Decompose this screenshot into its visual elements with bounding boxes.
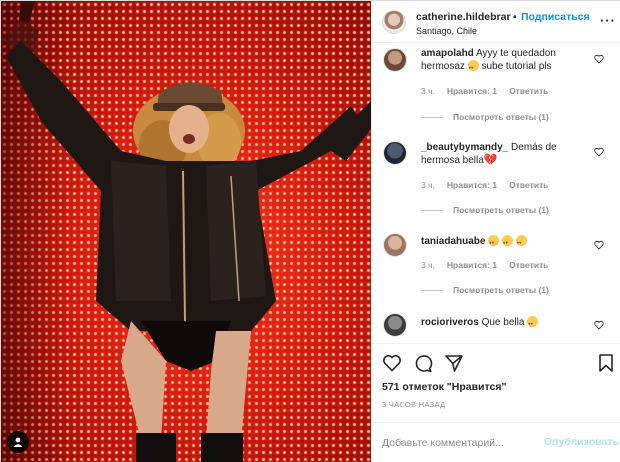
- commenter-avatar[interactable]: [383, 313, 407, 337]
- user-icon: [13, 437, 23, 447]
- likes-count[interactable]: 571 отметок "Нравится": [382, 381, 506, 393]
- author-username[interactable]: catherine.hildebrar: [416, 11, 511, 23]
- comments-list: amapolahd Ayyy te quedadon hermosaz sube…: [372, 43, 620, 343]
- reply-button[interactable]: Ответить: [509, 86, 548, 96]
- heart-eyes-emoji-icon: [527, 316, 539, 330]
- comment-meta: 3 ч. Нравится: 1 Ответить: [421, 260, 560, 270]
- comment-time: 3 ч.: [421, 180, 435, 190]
- post-time: 3 ЧАСОВ НАЗАД: [382, 400, 446, 409]
- comment-body: rocioriveros Que bella: [421, 316, 596, 330]
- commenter-username[interactable]: amapolahd: [421, 48, 474, 59]
- commenter-username[interactable]: _beautybymandy_: [421, 142, 508, 153]
- heart-eyes-emoji-icon: [488, 235, 500, 249]
- comment-body: taniadahuabe: [421, 235, 596, 249]
- view-replies-button[interactable]: Посмотреть ответы (1): [421, 285, 549, 295]
- comment-time: 3 ч.: [421, 86, 435, 96]
- post-header: catherine.hildebrar • Подписаться Santia…: [372, 1, 620, 43]
- comment-likes[interactable]: Нравится: 1: [447, 86, 497, 96]
- comment-time: 3 ч.: [421, 260, 435, 270]
- comment-bubble-icon[interactable]: [413, 353, 433, 373]
- commenter-username[interactable]: taniadahuabe: [421, 236, 485, 247]
- commenter-avatar[interactable]: [383, 48, 407, 72]
- share-paper-plane-icon[interactable]: [444, 353, 464, 373]
- like-comment-heart-icon[interactable]: [594, 320, 604, 330]
- like-heart-icon[interactable]: [382, 353, 402, 373]
- comment-likes[interactable]: Нравится: 1: [447, 180, 497, 190]
- more-options-icon[interactable]: ···: [600, 13, 616, 28]
- commenter-avatar[interactable]: [383, 141, 407, 165]
- comment-meta: 3 ч. Нравится: 1 Ответить: [421, 180, 560, 190]
- follow-button[interactable]: Подписаться: [521, 11, 590, 23]
- comment-meta: 3 ч. Нравится: 1 Ответить: [421, 86, 560, 96]
- tagged-users-button[interactable]: [7, 431, 29, 453]
- comment-body: amapolahd Ayyy te quedadon hermosaz sube…: [421, 47, 596, 74]
- comment-composer: Опубликовать: [372, 422, 620, 462]
- post-location[interactable]: Santiago, Chile: [416, 26, 477, 36]
- reply-button[interactable]: Ответить: [509, 260, 548, 270]
- heart-eyes-emoji-icon: [502, 235, 514, 249]
- performer-figure: [1, 1, 371, 462]
- heart-eyes-emoji-icon: [515, 235, 527, 249]
- publish-button[interactable]: Опубликовать: [544, 436, 619, 448]
- author-avatar[interactable]: [382, 10, 406, 34]
- view-replies-button[interactable]: Посмотреть ответы (1): [421, 205, 549, 215]
- like-comment-heart-icon[interactable]: [594, 54, 604, 64]
- like-comment-heart-icon[interactable]: [594, 240, 604, 250]
- heart-eyes-emoji-icon: [467, 60, 479, 74]
- post-actions: 571 отметок "Нравится" 3 ЧАСОВ НАЗАД Опу…: [372, 343, 620, 462]
- comment-input[interactable]: [382, 434, 532, 452]
- broken-heart-emoji-icon: 💔: [483, 154, 498, 166]
- commenter-username[interactable]: rocioriveros: [421, 317, 479, 328]
- instagram-post-window: catherine.hildebrar • Подписаться Santia…: [0, 0, 620, 462]
- view-replies-button[interactable]: Посмотреть ответы (1): [421, 112, 549, 122]
- save-bookmark-icon[interactable]: [596, 353, 616, 373]
- separator-dot: •: [513, 11, 517, 23]
- comment-text: Que bella: [481, 317, 525, 328]
- reply-button[interactable]: Ответить: [509, 180, 548, 190]
- post-side-panel: catherine.hildebrar • Подписаться Santia…: [371, 1, 620, 462]
- commenter-avatar[interactable]: [383, 233, 407, 257]
- comment-body: _beautybymandy_ Demás de hermosa bella💔: [421, 141, 596, 167]
- comment-text-after: sube tutorial pls: [481, 61, 552, 72]
- comment-likes[interactable]: Нравится: 1: [447, 260, 497, 270]
- post-photo[interactable]: [1, 1, 371, 462]
- like-comment-heart-icon[interactable]: [594, 147, 604, 157]
